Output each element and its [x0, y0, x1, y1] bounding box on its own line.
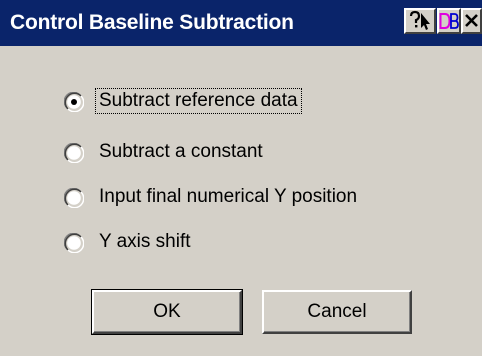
- window-title: Control Baseline Subtraction: [10, 11, 294, 34]
- radio-unselected-icon[interactable]: [64, 233, 84, 253]
- close-button[interactable]: [461, 8, 482, 34]
- radio-unselected-icon[interactable]: [64, 188, 84, 208]
- db-icon: [439, 13, 459, 29]
- ok-button[interactable]: OK: [91, 289, 243, 335]
- db-button[interactable]: [437, 8, 461, 34]
- option-label: Subtract reference data: [95, 88, 302, 114]
- option-label: Subtract a constant: [99, 141, 263, 162]
- title-bar[interactable]: Control Baseline Subtraction: [0, 0, 482, 46]
- dialog-window: Control Baseline Subtraction Subtract re…: [0, 0, 482, 356]
- radio-unselected-icon[interactable]: [64, 143, 84, 163]
- radio-selected-icon[interactable]: [64, 92, 84, 112]
- option-label: Y axis shift: [99, 231, 191, 252]
- option-label: Input final numerical Y position: [99, 186, 358, 207]
- cancel-button[interactable]: Cancel: [262, 290, 412, 334]
- help-arrow-icon: [409, 10, 430, 30]
- close-icon: [465, 14, 478, 27]
- help-button[interactable]: [404, 8, 436, 34]
